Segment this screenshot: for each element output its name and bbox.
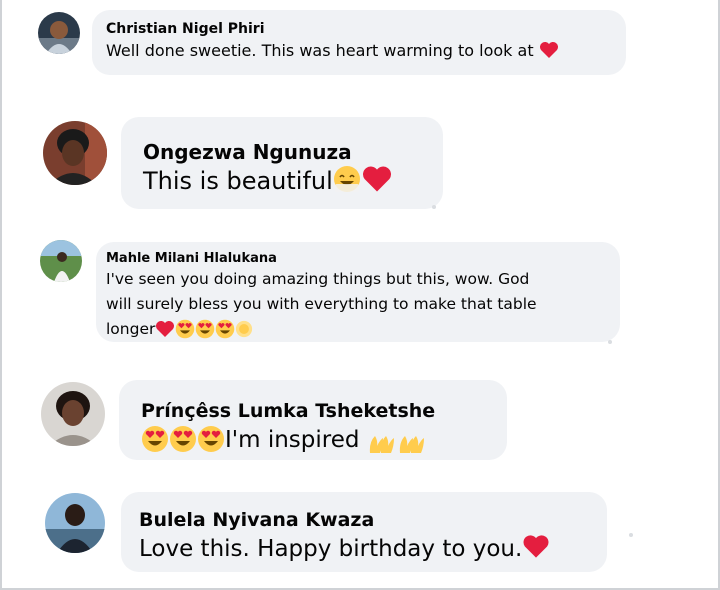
comment-text-line: will surely bless you with everything to… [106, 295, 537, 313]
red-heart-emoji [539, 41, 559, 59]
comment-text-line: I've seen you doing amazing things but t… [106, 270, 530, 288]
avatar[interactable] [41, 382, 105, 446]
red-heart-emoji [155, 320, 175, 338]
smiling-face-emoji [333, 165, 361, 193]
comment-text: This is beautiful [143, 165, 421, 197]
avatar[interactable] [45, 493, 105, 553]
comment-author[interactable]: Bulela Nyivana Kwaza [139, 508, 589, 532]
avatar[interactable] [43, 121, 107, 185]
reply-indicator-dot [608, 340, 612, 344]
reply-indicator-dot [432, 205, 436, 209]
comment-text-line: longer [106, 317, 610, 342]
red-heart-emoji [361, 165, 393, 193]
comment-text: Well done sweetie. This was heart warmin… [106, 38, 612, 64]
frame-left-border [0, 0, 2, 590]
heart-eyes-emoji [169, 425, 197, 453]
heart-eyes-emoji [195, 319, 215, 339]
comment-bubble: Ongezwa Ngunuza This is beautiful [121, 117, 443, 209]
raising-hands-emoji [397, 432, 427, 454]
red-heart-emoji [522, 534, 550, 559]
raising-hands-emoji [367, 432, 397, 454]
comment-bubble: Mahle Milani Hlalukana I've seen you doi… [96, 242, 620, 342]
comment-bubble: Christian Nigel Phiri Well done sweetie.… [92, 10, 626, 75]
comment-author[interactable]: Christian Nigel Phiri [106, 20, 612, 38]
heart-eyes-emoji [215, 319, 235, 339]
avatar[interactable] [38, 12, 80, 54]
comment-text: I'm inspired [141, 424, 485, 456]
reply-indicator-dot [629, 533, 633, 537]
comment-author[interactable]: Prínçêss Lumka Tsheketshe [141, 398, 485, 424]
heart-eyes-emoji [197, 425, 225, 453]
comment-text: Love this. Happy birthday to you. [139, 532, 589, 566]
comment-author[interactable]: Ongezwa Ngunuza [143, 139, 421, 165]
heart-eyes-emoji [175, 319, 195, 339]
heart-eyes-emoji [141, 425, 169, 453]
comment-author[interactable]: Mahle Milani Hlalukana [106, 250, 610, 267]
comment-bubble: Prínçêss Lumka Tsheketshe I'm inspired [119, 380, 507, 460]
avatar[interactable] [40, 240, 82, 282]
sun-emoji [235, 320, 253, 338]
comment-bubble: Bulela Nyivana Kwaza Love this. Happy bi… [121, 492, 607, 572]
